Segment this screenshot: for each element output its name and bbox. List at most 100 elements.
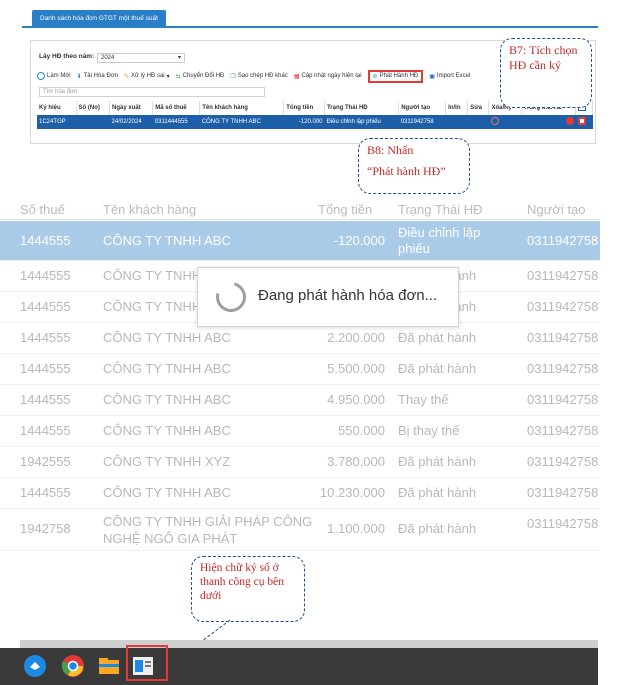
refresh-icon bbox=[37, 72, 45, 80]
row-checkbox[interactable] bbox=[577, 117, 586, 125]
convert-invoice-button[interactable]: ⇆ Chuyển Đổi HĐ bbox=[176, 73, 225, 80]
cell-customer-name: CÔNG TY TNHH ABC bbox=[103, 330, 231, 345]
cell-tax-code: 1444555 bbox=[20, 299, 71, 314]
callout-step-8-line1: B8: Nhấn bbox=[367, 143, 414, 157]
column-header[interactable]: Số thuế bbox=[20, 202, 65, 217]
cell-delete[interactable] bbox=[488, 115, 522, 129]
cell-amount: -120.000 bbox=[333, 233, 385, 248]
column-header[interactable]: Sửa bbox=[467, 101, 490, 115]
cell-status: Đã phát hành bbox=[398, 330, 477, 345]
table-row[interactable]: 1444555 CÔNG TY TNHH ABC 10.230.000 Đã phát… bbox=[0, 478, 600, 509]
zoomed-row-selected[interactable]: 1444555 CÔNG TY TNHH ABC -120.000 Điều chỉn… bbox=[0, 221, 600, 261]
callout-step-8-line2: “Phát hành HĐ” bbox=[367, 164, 446, 178]
column-header[interactable]: Tổng tiền bbox=[283, 101, 325, 115]
cell-tax-code: 1942555 bbox=[20, 454, 71, 469]
cell-customer-name: CÔNG TY TNHH GIẢI PHÁP CÔNG NGHỆ NGÔ GIA… bbox=[103, 514, 313, 546]
table-row[interactable]: 1444555 CÔNG TY TNHH ABC 550.000 Bị thay th… bbox=[0, 416, 600, 447]
publish-invoice-button[interactable]: ⊘ Phát Hành HĐ bbox=[367, 69, 424, 83]
cell-customer-name: CÔNG TY TNHH ABC bbox=[103, 485, 231, 500]
cell-process-status bbox=[521, 115, 576, 129]
cell-trang-thai: Điều chỉnh lập phiếu bbox=[324, 115, 399, 129]
loading-spinner-icon bbox=[210, 276, 252, 318]
cell-creator: 0311942758 bbox=[527, 423, 599, 438]
cell-creator: 0311942758 bbox=[527, 516, 599, 531]
windows-start-icon[interactable] bbox=[22, 653, 48, 679]
cell-amount: 550.000 bbox=[338, 423, 385, 438]
chevron-down-icon: ▾ bbox=[177, 55, 181, 61]
cell-amount: 4.950.000 bbox=[327, 392, 385, 407]
cell-edit[interactable] bbox=[467, 115, 489, 129]
column-header[interactable]: Trạng Thái HĐ bbox=[324, 101, 400, 115]
cell-ky-hieu: 1C24TGP bbox=[37, 115, 77, 129]
cell-tax-code: 1444555 bbox=[20, 485, 71, 500]
copy-invoice-button[interactable]: ❐ Sao chép HĐ khác bbox=[230, 73, 287, 80]
windows-taskbar bbox=[0, 648, 598, 685]
cell-creator: 0311942758 bbox=[527, 361, 599, 376]
cell-tax-code: 1444555 bbox=[20, 361, 71, 376]
cell-customer-name: CÔNG TY TNHH ABC bbox=[103, 233, 231, 248]
cell-status: Thay thế bbox=[398, 392, 449, 407]
cell-customer-name: CÔNG TY TNHH ABC bbox=[103, 361, 231, 376]
cell-status: Bị thay thế bbox=[398, 423, 460, 438]
file-explorer-icon[interactable] bbox=[96, 653, 122, 679]
table-row[interactable]: 1444555 CÔNG TY TNHH ABC 4.950.000 Thay thế… bbox=[0, 385, 600, 416]
cell-tax-code: 1444555 bbox=[20, 233, 71, 248]
table-row[interactable]: 1444555 CÔNG TY TNHH ABC 5.500.000 Đã phát … bbox=[0, 354, 600, 385]
column-header[interactable]: Ký hiệu bbox=[37, 101, 77, 115]
invoice-search-input[interactable]: Tìm hóa đơn bbox=[39, 87, 265, 97]
top-app-panel: Danh sách hóa đơn GTGT một thuế suất Lấy… bbox=[0, 0, 621, 200]
column-header[interactable]: Số (No) bbox=[76, 101, 111, 115]
column-header[interactable]: Người tạo bbox=[398, 101, 447, 115]
column-header[interactable]: Mã số thuế bbox=[152, 101, 201, 115]
column-header[interactable]: Tổng tiền bbox=[318, 202, 372, 217]
publish-icon: ⊘ bbox=[372, 73, 378, 80]
cell-so bbox=[76, 115, 110, 129]
column-header[interactable]: In/In bbox=[445, 101, 469, 115]
chrome-icon[interactable] bbox=[60, 653, 86, 679]
cell-creator: 0311942758 bbox=[527, 330, 599, 345]
cell-tax-code: 1444555 bbox=[20, 392, 71, 407]
tab-invoice-list[interactable]: Danh sách hóa đơn GTGT một thuế suất bbox=[32, 10, 166, 28]
cell-amount: 2.200.000 bbox=[327, 330, 385, 345]
column-header[interactable]: Người tạo bbox=[527, 202, 585, 217]
download-invoice-button[interactable]: ⬇ Tải Hóa Đơn bbox=[77, 73, 118, 80]
cell-tax-code: 1444555 bbox=[20, 330, 71, 345]
loading-text: Đang phát hành hóa đơn... bbox=[258, 287, 438, 304]
fix-invoice-button[interactable]: ✎ Xử lý HĐ sai ▾ bbox=[124, 73, 170, 80]
cell-ma-so-thue: 0311444555 bbox=[152, 115, 200, 129]
table-row[interactable]: 1942555 CÔNG TY TNHH XYZ 3.780.000 Đã phát … bbox=[0, 447, 600, 478]
cell-customer-name: CÔNG TY TNHH ABC bbox=[103, 423, 231, 438]
cell-tong-tien: -120.000 bbox=[283, 115, 325, 129]
column-header[interactable]: Trạng Thái HĐ bbox=[398, 202, 483, 217]
update-date-button[interactable]: ▦ Cập nhật ngày hiện tại bbox=[294, 73, 362, 80]
tools-icon: ✎ bbox=[123, 73, 129, 80]
download-icon: ⬇ bbox=[76, 73, 82, 80]
callout-step-8: B8: Nhấn “Phát hành HĐ” bbox=[358, 138, 470, 194]
column-header[interactable]: Tên khách hàng bbox=[199, 101, 285, 115]
column-header[interactable]: Ngày xuất bbox=[109, 101, 154, 115]
cell-creator: 0311942758 bbox=[527, 233, 599, 248]
cell-select[interactable] bbox=[575, 115, 593, 129]
horizontal-scrollbar[interactable] bbox=[20, 640, 598, 648]
cell-status: Đã phát hành bbox=[398, 485, 477, 500]
tab-strip: Danh sách hóa đơn GTGT một thuế suất bbox=[22, 10, 598, 28]
cell-tax-code: 1942758 bbox=[20, 521, 71, 536]
cell-print[interactable] bbox=[445, 115, 468, 129]
import-excel-button[interactable]: ▣ Import Excel bbox=[429, 73, 470, 80]
copy-icon: ❐ bbox=[230, 73, 236, 80]
year-select[interactable]: 2024 ▾ bbox=[97, 53, 185, 63]
calendar-icon: ▦ bbox=[293, 73, 300, 80]
table-row[interactable]: 1942758 CÔNG TY TNHH GIẢI PHÁP CÔNG NGHỆ … bbox=[0, 509, 600, 551]
cell-customer-name: CÔNG TY TNHH XYZ bbox=[103, 454, 231, 469]
cell-customer-name: CÔNG TY TNHH ABC bbox=[103, 392, 231, 407]
column-header[interactable]: Tên khách hàng bbox=[103, 202, 196, 217]
refresh-button[interactable]: Làm Mới bbox=[37, 72, 71, 80]
cell-amount: 5.500.000 bbox=[327, 361, 385, 376]
cancel-icon[interactable] bbox=[490, 117, 499, 125]
year-filter-label: Lấy HĐ theo năm: bbox=[39, 53, 95, 60]
zoomed-table-header: Số thuế Tên khách hàng Tổng tiền Trạng T… bbox=[0, 200, 600, 220]
table-row-selected[interactable]: 1C24TGP 24/02/2024 0311444555 CÔNG TY TN… bbox=[37, 115, 593, 129]
cell-status: Đã phát hành bbox=[398, 361, 477, 376]
cell-tax-code: 1444555 bbox=[20, 268, 71, 283]
table-row[interactable]: 1444555 CÔNG TY TNHH ABC 2.200.000 Đã phát … bbox=[0, 323, 600, 354]
